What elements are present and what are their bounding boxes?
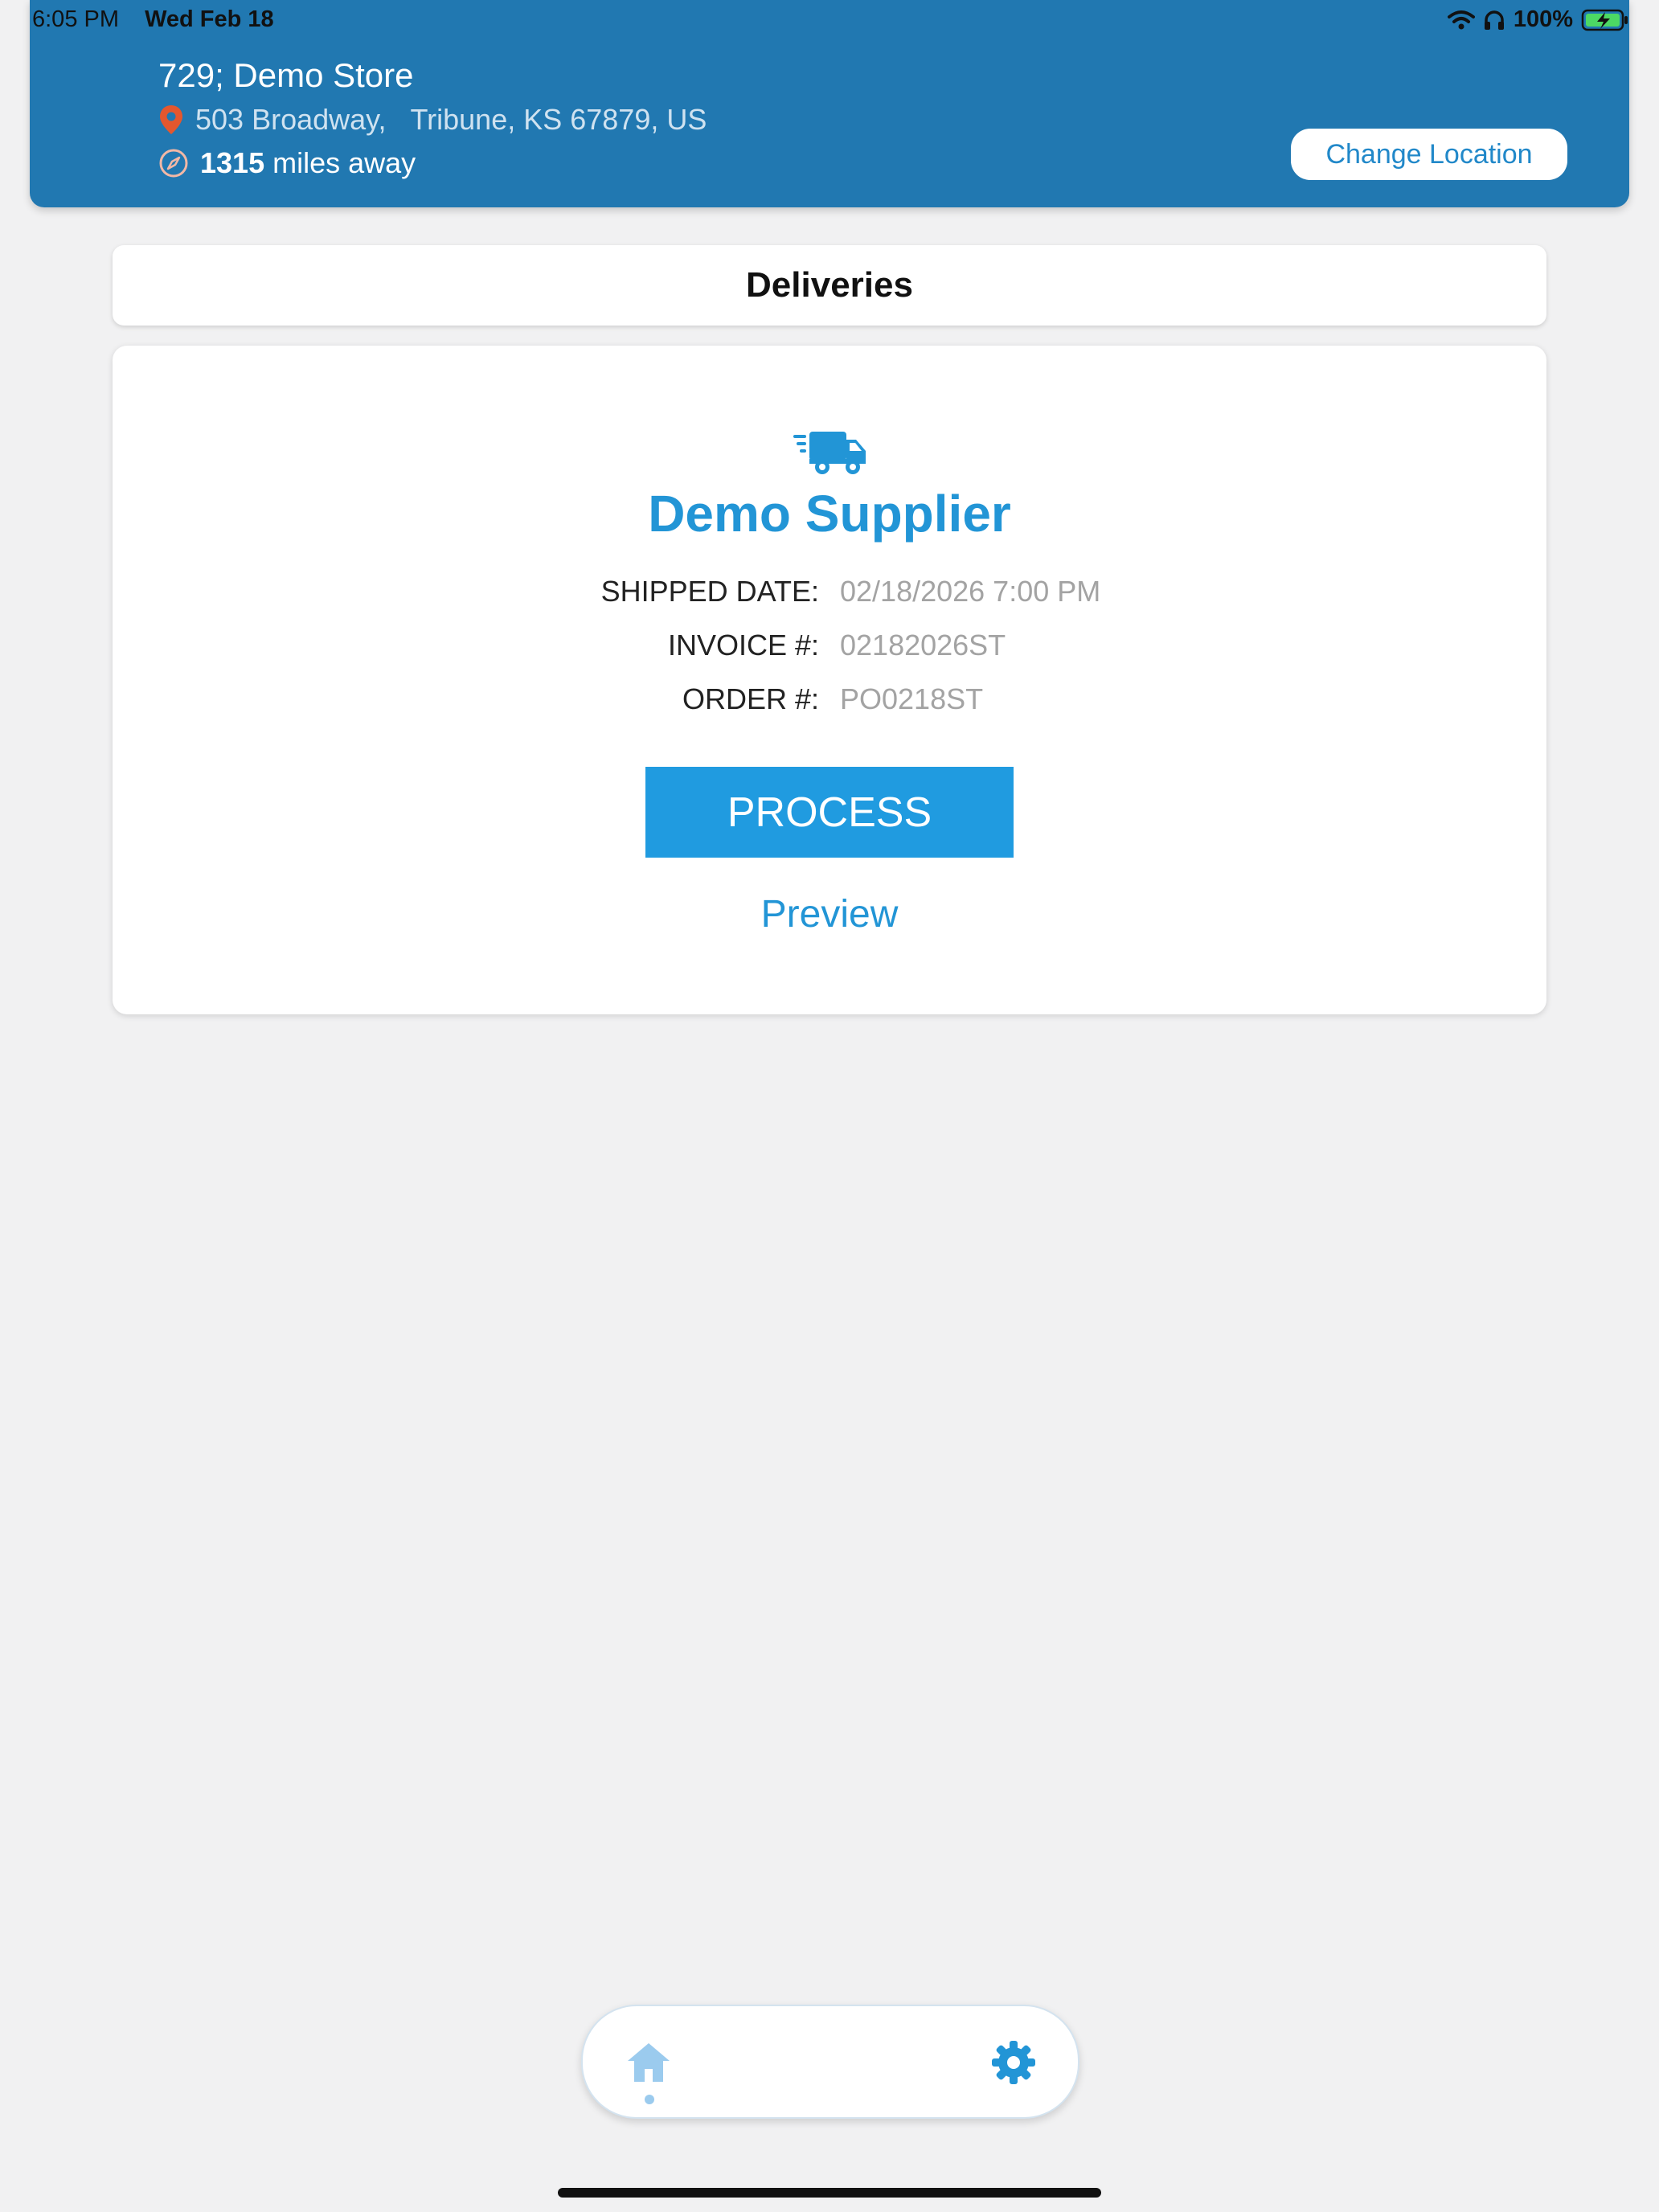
distance-unit: miles away — [272, 146, 416, 179]
location-pin-icon — [160, 105, 182, 134]
order-row: ORDER #: PO0218ST — [113, 682, 1546, 723]
shipped-date-label: SHIPPED DATE: — [600, 575, 819, 608]
change-location-button[interactable]: Change Location — [1291, 129, 1567, 180]
invoice-row: INVOICE #: 02182026ST — [113, 629, 1546, 669]
order-label: ORDER #: — [682, 682, 819, 715]
store-name: 729; Demo Store — [158, 56, 414, 94]
delivery-card: Demo Supplier SHIPPED DATE: 02/18/2026 7… — [113, 346, 1546, 1014]
compass-icon — [159, 149, 188, 178]
status-time: 6:05 PM — [32, 6, 119, 32]
invoice-value: 02182026ST — [840, 629, 1006, 662]
distance-value: 1315 — [200, 146, 265, 179]
battery-charging-icon — [1581, 9, 1628, 31]
invoice-label: INVOICE #: — [667, 629, 819, 662]
bottom-tab-bar — [581, 2005, 1079, 2119]
preview-link[interactable]: Preview — [113, 892, 1546, 936]
store-address: 503 Broadway, Tribune, KS 67879, US — [158, 103, 707, 137]
store-distance: 1315 miles away — [158, 146, 416, 180]
wifi-icon — [1447, 10, 1475, 29]
address-line: 503 Broadway, — [195, 103, 387, 136]
shipped-date-value: 02/18/2026 7:00 PM — [840, 575, 1101, 608]
page-title: Deliveries — [113, 245, 1546, 326]
gear-icon[interactable] — [989, 2038, 1038, 2087]
home-indicator — [558, 2188, 1101, 2198]
order-value: PO0218ST — [840, 682, 984, 715]
headphones-icon — [1484, 10, 1504, 30]
status-bar-left: 6:05 PM Wed Feb 18 — [32, 6, 274, 33]
shipped-date-row: SHIPPED DATE: 02/18/2026 7:00 PM — [113, 575, 1546, 615]
supplier-name: Demo Supplier — [648, 485, 1011, 543]
battery-percent: 100% — [1513, 6, 1573, 32]
store-header: 6:05 PM Wed Feb 18 100% 729; Demo Store … — [30, 0, 1629, 207]
address-city: Tribune, KS 67879, US — [410, 103, 707, 136]
status-date: Wed Feb 18 — [145, 6, 274, 32]
status-bar-right: 100% — [1447, 6, 1629, 33]
active-tab-indicator — [645, 2095, 654, 2104]
home-icon[interactable] — [623, 2040, 674, 2085]
delivery-truck-icon — [793, 432, 866, 474]
process-button[interactable]: PROCESS — [645, 767, 1014, 858]
